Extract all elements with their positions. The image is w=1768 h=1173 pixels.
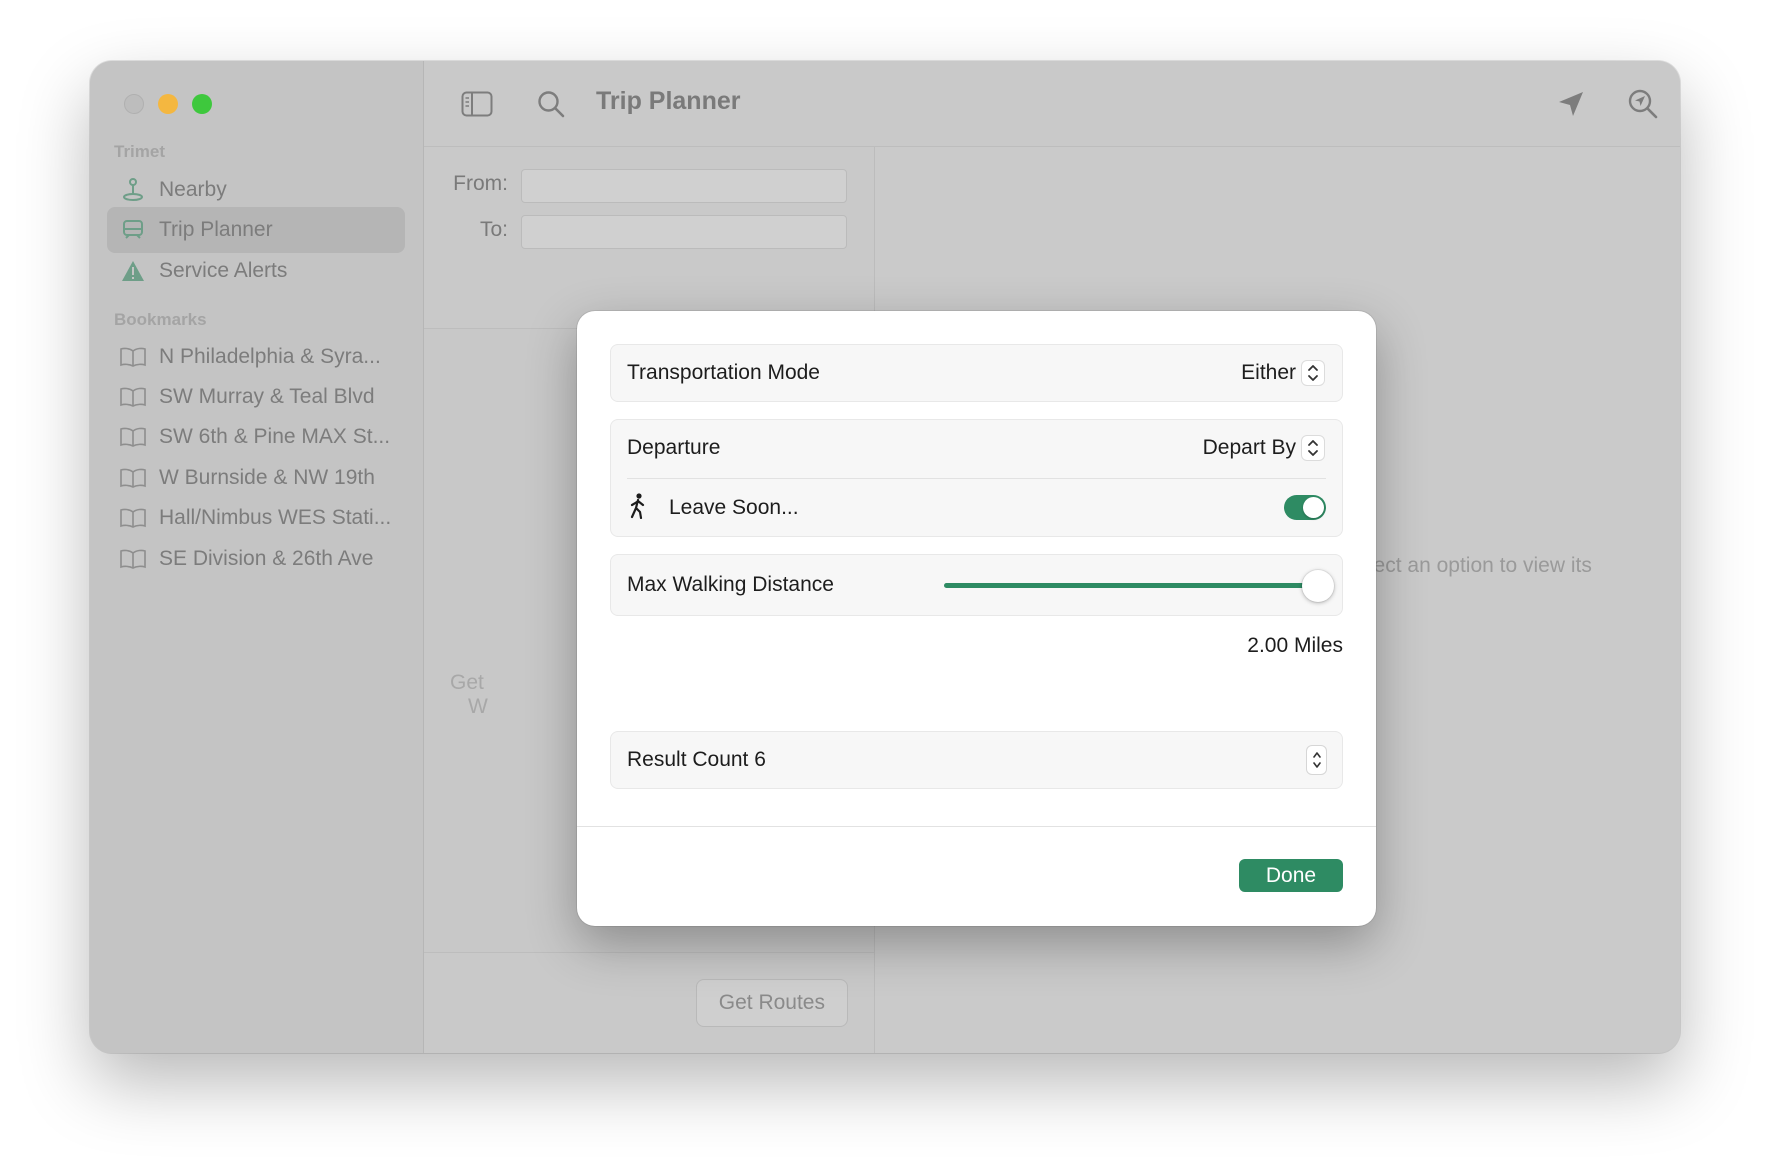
to-label: To: (479, 218, 508, 241)
departure-label: Departure (627, 436, 721, 459)
page-title: Trip Planner (596, 87, 741, 115)
divider (627, 478, 1326, 479)
max-walking-value: 2.00 Miles (1247, 634, 1343, 657)
from-label: From: (453, 172, 508, 195)
planner-footer: Get Routes (424, 952, 874, 1053)
max-walking-row: Max Walking Distance (610, 554, 1343, 616)
sidebar-section-trimet: Trimet (114, 142, 166, 161)
dialog-separator (577, 826, 1376, 827)
toggle-knob (1303, 497, 1324, 518)
warning-icon (119, 257, 147, 285)
sidebar-item-label: Trip Planner (159, 218, 273, 241)
sidebar-item-service-alerts[interactable]: Service Alerts (107, 248, 405, 294)
transportation-mode-label: Transportation Mode (627, 361, 820, 384)
book-icon (119, 545, 147, 573)
route-form: From: To: (424, 147, 874, 329)
to-field[interactable] (521, 215, 847, 249)
sidebar: Trimet Nearby Trip Planner Service Alert… (90, 61, 424, 1053)
max-walking-slider-track[interactable] (944, 583, 1320, 588)
bookmark-item[interactable]: SW 6th & Pine MAX St... (107, 414, 405, 460)
get-routes-button[interactable]: Get Routes (695, 979, 848, 1027)
window-controls (124, 94, 212, 114)
max-walking-slider-thumb[interactable] (1302, 570, 1334, 602)
person-pin-icon (119, 176, 147, 204)
leave-soon-label: Leave Soon... (669, 496, 799, 519)
chevron-up-down-icon (1302, 361, 1324, 385)
stepper-arrows-icon (1312, 752, 1321, 768)
transportation-mode-row: Transportation Mode Either (610, 344, 1343, 402)
bookmark-label: SW Murray & Teal Blvd (159, 385, 375, 408)
location-arrow-icon[interactable] (1552, 85, 1590, 123)
tram-icon (119, 216, 147, 244)
book-icon (119, 343, 147, 371)
from-field[interactable] (521, 169, 847, 203)
search-icon[interactable] (532, 85, 570, 123)
book-icon (119, 504, 147, 532)
bookmark-item[interactable]: SE Division & 26th Ave (107, 536, 405, 582)
minimize-window-button[interactable] (158, 94, 178, 114)
close-window-button[interactable] (124, 94, 144, 114)
sidebar-toggle-icon[interactable] (458, 85, 496, 123)
book-icon (119, 464, 147, 492)
sidebar-section-bookmarks: Bookmarks (114, 310, 207, 329)
bookmark-label: Hall/Nimbus WES Stati... (159, 506, 392, 529)
bookmark-label: N Philadelphia & Syra... (159, 345, 381, 368)
transportation-mode-value: Either (1241, 361, 1296, 384)
max-walking-label: Max Walking Distance (627, 573, 834, 596)
sidebar-item-trip-planner[interactable]: Trip Planner (107, 207, 405, 253)
empty-state-line: Get (450, 671, 484, 694)
transportation-mode-popup[interactable]: Either (1241, 361, 1324, 385)
book-icon (119, 383, 147, 411)
bookmark-label: W Burnside & NW 19th (159, 466, 375, 489)
bookmark-label: SW 6th & Pine MAX St... (159, 425, 391, 448)
chevron-up-down-icon (1302, 436, 1324, 460)
done-button[interactable]: Done (1239, 859, 1343, 892)
sidebar-item-label: Nearby (159, 178, 227, 201)
result-count-stepper[interactable] (1307, 746, 1326, 774)
empty-state-line: W (468, 695, 488, 718)
toolbar: Trip Planner (424, 61, 1680, 147)
app-window: Trimet Nearby Trip Planner Service Alert… (90, 61, 1680, 1053)
trip-options-dialog: Transportation Mode Either Departure Dep… (577, 311, 1376, 926)
departure-popup[interactable]: Depart By (1203, 436, 1324, 460)
sidebar-item-label: Service Alerts (159, 259, 288, 282)
departure-group: Departure Depart By Leave Soon... (610, 419, 1343, 537)
bookmark-item[interactable]: Hall/Nimbus WES Stati... (107, 495, 405, 541)
result-count-label: Result Count 6 (627, 748, 766, 771)
leave-soon-toggle[interactable] (1284, 495, 1326, 520)
walking-person-icon (629, 493, 647, 524)
book-icon (119, 423, 147, 451)
empty-state-text: Get W (450, 671, 488, 719)
zoom-location-icon[interactable] (1624, 85, 1662, 123)
result-count-row: Result Count 6 (610, 731, 1343, 789)
departure-value: Depart By (1202, 436, 1296, 459)
zoom-window-button[interactable] (192, 94, 212, 114)
bookmark-label: SE Division & 26th Ave (159, 547, 374, 570)
